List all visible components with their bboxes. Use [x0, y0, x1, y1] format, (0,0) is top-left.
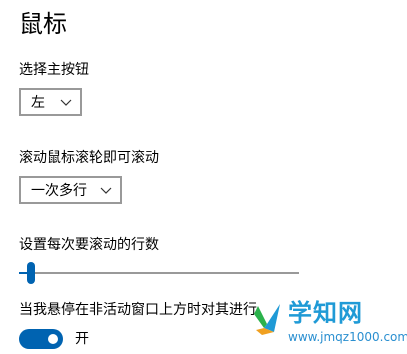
primary-button-dropdown[interactable]: 左 — [19, 88, 82, 116]
scroll-mode-value: 一次多行 — [31, 183, 87, 199]
scroll-mode-dropdown[interactable]: 一次多行 — [19, 176, 122, 204]
page-title: 鼠标 — [19, 10, 67, 38]
chevron-down-icon — [60, 99, 72, 106]
watermark: 学知网 www.jmqz1000.com — [252, 296, 407, 352]
inactive-scroll-toggle[interactable] — [19, 329, 63, 349]
scroll-lines-slider[interactable] — [19, 262, 299, 286]
primary-button-value: 左 — [31, 95, 45, 111]
slider-track — [19, 272, 299, 274]
toggle-knob — [48, 334, 58, 344]
toggle-state-label: 开 — [75, 331, 89, 347]
watermark-logo-icon — [254, 304, 280, 335]
slider-thumb[interactable] — [27, 262, 35, 284]
watermark-url: www.jmqz1000.com — [288, 330, 407, 344]
scroll-mode-label: 滚动鼠标滚轮即可滚动 — [19, 150, 159, 166]
scroll-lines-label: 设置每次要滚动的行数 — [19, 237, 159, 253]
primary-button-label: 选择主按钮 — [19, 62, 89, 78]
chevron-down-icon — [100, 187, 112, 194]
inactive-scroll-label: 当我悬停在非活动窗口上方时对其进行 — [19, 302, 257, 318]
watermark-name: 学知网 — [288, 299, 363, 327]
